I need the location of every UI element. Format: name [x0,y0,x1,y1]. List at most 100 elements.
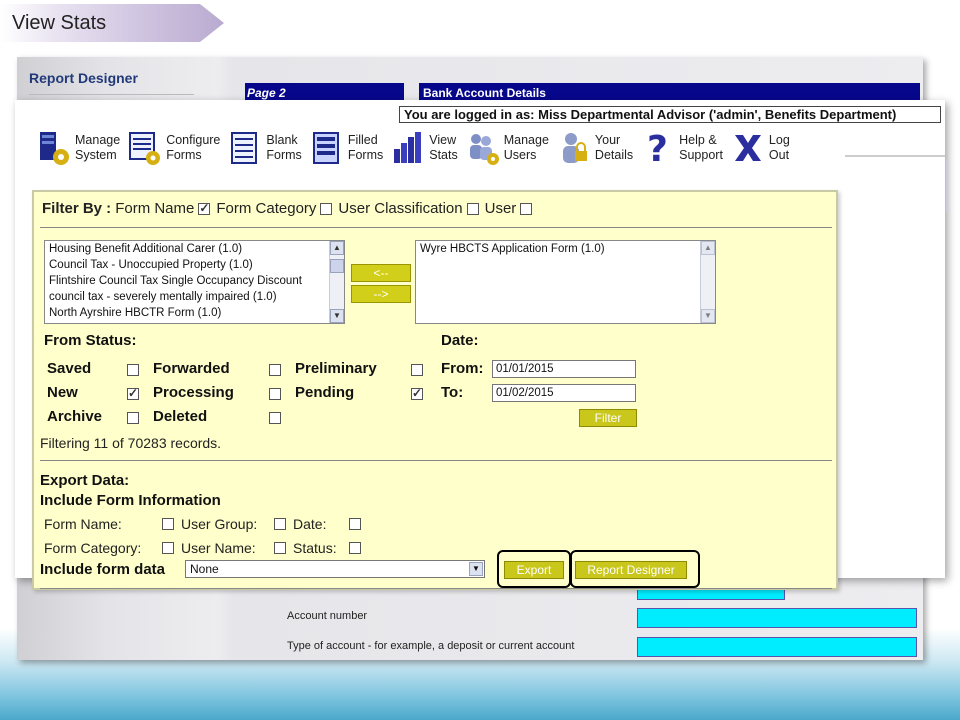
from-status-label: From Status: [44,332,137,349]
from-date-input[interactable] [492,360,636,378]
move-right-button[interactable]: --> [351,285,411,303]
toolbar-filled-forms[interactable]: Filled Forms [310,126,383,170]
divider [40,227,832,228]
export-field-label: Date: [293,516,327,532]
status-deleted-checkbox[interactable] [269,412,281,424]
logout-icon [734,135,761,161]
available-forms-list[interactable]: Housing Benefit Additional Carer (1.0) C… [44,240,345,324]
configure-forms-icon [129,132,161,165]
divider [845,155,945,157]
scroll-up-icon[interactable]: ▲ [701,241,715,255]
form-data-select-value: None [190,562,219,576]
manage-system-icon [40,132,69,165]
filter-form-name-checkbox[interactable] [198,201,211,215]
toolbar-view-stats[interactable]: View Stats [391,126,458,170]
filter-form-category-checkbox[interactable] [320,202,333,215]
toolbar-manage-system[interactable]: Manage System [37,126,120,170]
filter-user-checkbox[interactable] [520,202,533,215]
status-processing-checkbox[interactable] [269,388,281,400]
list-item[interactable]: North Ayrshire HBCTR Form (1.0) [45,305,344,321]
status-preliminary-checkbox[interactable] [411,364,423,376]
field-label-account-type: Type of account - for example, a deposit… [287,640,575,652]
records-count: Filtering 11 of 70283 records. [40,435,222,451]
slide-title: View Stats [12,12,107,34]
scroll-down-icon[interactable]: ▼ [701,309,715,323]
logged-in-status: You are logged in as: Miss Departmental … [399,106,941,123]
form-data-select[interactable]: None ▼ [185,560,485,578]
account-type-input[interactable] [637,637,917,657]
toolbar-label: Configure Forms [166,133,221,162]
export-field-label: User Group: [181,516,258,532]
move-left-button[interactable]: <-- [351,264,411,282]
toolbar-label: Manage Users [503,133,549,162]
export-user-group-checkbox[interactable] [274,518,286,530]
include-form-data-label: Include form data [40,561,166,578]
list-scrollbar[interactable]: ▲ ▼ [329,241,344,323]
filter-option-label: Form Category [216,200,317,217]
status-label: Forwarded [153,360,230,377]
filter-by-row: Filter By : Form Name Form Category User… [42,200,533,217]
list-scrollbar[interactable]: ▲ ▼ [700,241,715,323]
status-label: Saved [47,360,92,377]
filter-by-label: Filter By : [42,200,112,217]
toolbar-blank-forms[interactable]: Blank Forms [228,126,302,170]
toolbar-label: Your Details [594,133,634,162]
status-new-checkbox[interactable] [127,386,139,400]
highlight-report-designer [570,550,700,588]
export-date-checkbox[interactable] [349,518,361,530]
date-label: Date: [441,332,479,349]
status-label: Preliminary [295,360,377,377]
list-item[interactable]: Flintshire Council Tax Single Occupancy … [45,273,344,289]
toolbar-label: Help & Support [679,133,723,162]
status-label: Deleted [153,408,208,425]
manage-users-icon [469,134,499,165]
view-stats-icon [394,132,422,163]
filter-button[interactable]: Filter [579,409,637,427]
toolbar-log-out[interactable]: Log Out [731,126,790,170]
filled-forms-icon [312,132,339,164]
export-data-title: Export Data: [40,472,130,489]
filter-option-label: User Classification [338,200,463,217]
scroll-thumb[interactable] [330,259,344,273]
list-item[interactable]: council tax - severely mentally impaired… [45,289,344,305]
filter-user-classification-checkbox[interactable] [466,202,479,215]
toolbar-label: View Stats [429,133,458,162]
export-user-name-checkbox[interactable] [274,542,286,554]
export-form-category-checkbox[interactable] [162,542,174,554]
export-field-label: Status: [293,540,337,556]
account-number-input[interactable] [637,608,917,628]
blank-forms-icon [231,132,258,164]
export-field-label: Form Name: [44,516,122,532]
list-item[interactable]: Council Tax - Unoccupied Property (1.0) [45,257,344,273]
status-pending-checkbox[interactable] [411,386,423,400]
status-archive-checkbox[interactable] [127,412,139,424]
to-date-input[interactable] [492,384,636,402]
export-status-checkbox[interactable] [349,542,361,554]
export-form-name-checkbox[interactable] [162,518,174,530]
selected-forms-list[interactable]: Wyre HBCTS Application Form (1.0) ▲ ▼ [415,240,716,324]
svg-text:?: ? [647,129,668,167]
status-label: New [47,384,78,401]
status-label: Processing [153,384,234,401]
list-item[interactable]: Wyre HBCTS Application Form (1.0) [416,241,715,257]
chevron-down-icon[interactable]: ▼ [469,562,483,576]
toolbar-label: Manage System [75,133,121,162]
divider [40,460,832,461]
export-field-label: User Name: [181,540,256,556]
to-date-label: To: [441,384,464,401]
filter-panel: Filter By : Form Name Form Category User… [32,190,838,590]
scroll-down-icon[interactable]: ▼ [330,309,344,323]
scroll-up-icon[interactable]: ▲ [330,241,344,255]
toolbar-your-details[interactable]: Your Details [557,126,633,170]
toolbar-configure-forms[interactable]: Configure Forms [128,126,220,170]
divider [29,94,194,95]
toolbar-help-support[interactable]: ? Help & Support [641,126,723,170]
status-forwarded-checkbox[interactable] [269,364,281,376]
toolbar-manage-users[interactable]: Manage Users [466,126,549,170]
divider [946,160,948,212]
filter-option-label: User [484,200,517,217]
export-field-label: Form Category: [44,540,142,556]
divider [40,588,832,589]
status-saved-checkbox[interactable] [127,364,139,376]
list-item[interactable]: Housing Benefit Additional Carer (1.0) [45,241,344,257]
